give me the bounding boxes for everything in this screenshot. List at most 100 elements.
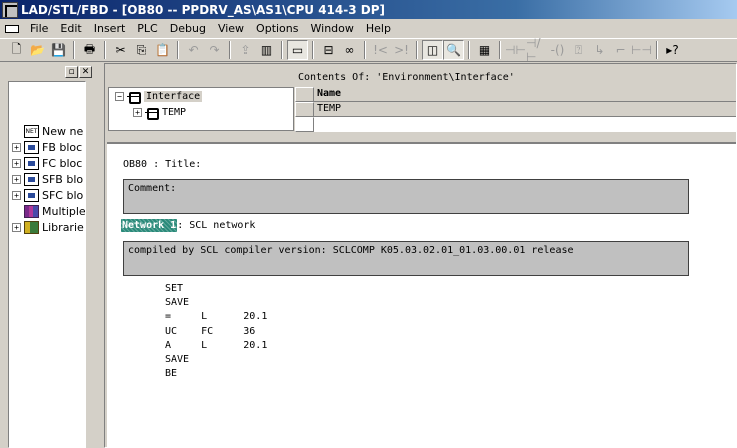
- program-elements-tree[interactable]: NET New ne + FB bloc + FC bloc + SFB blo…: [8, 81, 86, 448]
- expand-icon[interactable]: +: [12, 222, 21, 232]
- block-comment[interactable]: Comment:: [123, 179, 689, 214]
- app-icon[interactable]: [2, 1, 18, 18]
- menu-debug[interactable]: Debug: [164, 22, 212, 35]
- code-editor[interactable]: OB80 : Title: Comment: Network 1 : SCL n…: [107, 142, 736, 447]
- expand-icon[interactable]: +: [12, 174, 21, 184]
- table-row-new[interactable]: [295, 117, 736, 132]
- block-title[interactable]: OB80 : Title:: [123, 159, 201, 170]
- tree-item-libraries[interactable]: + Librarie: [12, 219, 84, 235]
- tree-item-interface[interactable]: − Interface: [115, 89, 203, 104]
- expand-icon[interactable]: +: [133, 108, 142, 117]
- tree-item-sfb-blocks[interactable]: + SFB blo: [12, 171, 83, 187]
- menu-insert[interactable]: Insert: [88, 22, 132, 35]
- row-name-cell[interactable]: TEMP: [317, 102, 341, 117]
- code-line[interactable]: SAVE: [165, 297, 267, 311]
- network-label[interactable]: Network 1: [121, 219, 178, 232]
- tree-item-new-network[interactable]: NET New ne: [12, 123, 83, 139]
- expand-icon[interactable]: +: [12, 190, 21, 200]
- header-corner: [295, 87, 314, 102]
- block-editor-frame: − Interface + TEMP Contents Of: 'Environ…: [104, 63, 737, 448]
- stl-code[interactable]: SET SAVE = L 20.1 UC FC 36 A L 20.1 SAVE…: [165, 283, 267, 382]
- menu-file[interactable]: File: [24, 22, 54, 35]
- toolbar-separator: [229, 41, 231, 59]
- load-icon[interactable]: ⇪: [235, 40, 256, 60]
- tree-item-multiple-instances[interactable]: Multiple: [12, 203, 86, 219]
- toolbar-separator: [104, 41, 106, 59]
- network-title[interactable]: : SCL network: [177, 220, 255, 231]
- jump-back-icon[interactable]: >!: [391, 40, 412, 60]
- box-icon[interactable]: ⍰: [568, 40, 589, 60]
- interface-icon: [127, 91, 141, 104]
- branch-open-icon[interactable]: ↳: [589, 40, 610, 60]
- pane-close-icon[interactable]: ✕: [79, 66, 92, 78]
- interface-tree[interactable]: − Interface + TEMP: [108, 87, 294, 131]
- menu-options[interactable]: Options: [250, 22, 304, 35]
- print-icon[interactable]: 🖶: [79, 40, 100, 60]
- instance-icon[interactable]: ▦: [474, 40, 495, 60]
- network-header[interactable]: Network 1 : SCL network: [121, 219, 255, 232]
- copy-icon[interactable]: ⎘: [131, 40, 152, 60]
- libraries-icon: [24, 220, 39, 234]
- toolbar-separator: [468, 41, 470, 59]
- help-icon[interactable]: ▸?: [662, 40, 683, 60]
- tree-item-label: TEMP: [162, 107, 187, 118]
- tree-item-label: Multiple: [42, 204, 86, 218]
- toolbar-separator: [364, 41, 366, 59]
- contents-label: Contents Of: 'Environment\Interface': [298, 72, 515, 83]
- menu-window[interactable]: Window: [305, 22, 360, 35]
- sfc-block-icon: [24, 188, 39, 202]
- tree-item-label: FB bloc: [42, 140, 83, 154]
- menu-view[interactable]: View: [212, 22, 250, 35]
- code-line[interactable]: SET: [165, 283, 267, 297]
- column-header-name[interactable]: Name: [317, 87, 341, 102]
- save-icon[interactable]: 💾: [48, 40, 69, 60]
- coil-icon[interactable]: -(): [547, 40, 568, 60]
- collapse-icon[interactable]: −: [115, 92, 124, 101]
- cut-icon[interactable]: ✂: [110, 40, 131, 60]
- branch-close-icon[interactable]: ⌐: [610, 40, 631, 60]
- redo-icon[interactable]: ↷: [204, 40, 225, 60]
- zoom-icon[interactable]: 🔍: [443, 40, 464, 60]
- new-icon[interactable]: 🗋: [6, 40, 27, 60]
- network-icon[interactable]: ⊟: [318, 40, 339, 60]
- jump-icon[interactable]: !<: [370, 40, 391, 60]
- contact-nc-icon[interactable]: ⊣/⊢: [526, 36, 547, 64]
- pane-header: ▫ ✕: [4, 65, 94, 79]
- tree-item-temp[interactable]: + TEMP: [133, 105, 186, 120]
- network-comment[interactable]: compiled by SCL compiler version: SCLCOM…: [123, 241, 689, 276]
- tree-item-label: FC bloc: [42, 156, 83, 170]
- undo-icon[interactable]: ↶: [183, 40, 204, 60]
- window-title: LAD/STL/FBD - [OB80 -- PPDRV_AS\AS1\CPU …: [21, 2, 385, 17]
- connector-icon[interactable]: ⊢⊣: [631, 40, 652, 60]
- sfb-block-icon: [24, 172, 39, 186]
- contact-no-icon[interactable]: ⊣⊢: [505, 40, 526, 60]
- code-line[interactable]: BE: [165, 368, 267, 382]
- tree-item-fc-blocks[interactable]: + FC bloc: [12, 155, 82, 171]
- program-elements-pane: ▫ ✕ NET New ne + FB bloc + FC bloc + SFB…: [0, 63, 96, 448]
- code-line[interactable]: = L 20.1: [165, 311, 267, 325]
- expand-icon[interactable]: +: [12, 142, 21, 152]
- overview-icon[interactable]: ▭: [287, 40, 308, 60]
- tree-item-fb-blocks[interactable]: + FB bloc: [12, 139, 82, 155]
- code-line[interactable]: UC FC 36: [165, 326, 267, 340]
- code-line[interactable]: A L 20.1: [165, 340, 267, 354]
- browse-icon[interactable]: ∞: [339, 40, 360, 60]
- open-icon[interactable]: 📂: [27, 40, 48, 60]
- table-row[interactable]: TEMP: [295, 102, 736, 117]
- details-icon[interactable]: ◫: [422, 40, 443, 60]
- multiple-instances-icon: [24, 204, 39, 218]
- toolbar: 🗋 📂 💾 🖶 ✂ ⎘ 📋 ↶ ↷ ⇪ ▥ ▭ ⊟ ∞ !< >! ◫ 🔍 ▦ …: [0, 36, 737, 64]
- interface-contents-table[interactable]: Name TEMP: [295, 87, 736, 132]
- menu-help[interactable]: Help: [360, 22, 397, 35]
- temp-variable-icon: [145, 107, 159, 120]
- expand-icon[interactable]: +: [12, 158, 21, 168]
- code-line[interactable]: SAVE: [165, 354, 267, 368]
- monitor-icon[interactable]: ▥: [256, 40, 277, 60]
- toolbar-separator: [499, 41, 501, 59]
- paste-icon[interactable]: 📋: [152, 40, 173, 60]
- pane-restore-button[interactable]: ▫: [65, 66, 78, 78]
- document-window-icon[interactable]: [3, 21, 21, 35]
- tree-item-sfc-blocks[interactable]: + SFC blo: [12, 187, 83, 203]
- menu-edit[interactable]: Edit: [54, 22, 87, 35]
- menu-plc[interactable]: PLC: [131, 22, 163, 35]
